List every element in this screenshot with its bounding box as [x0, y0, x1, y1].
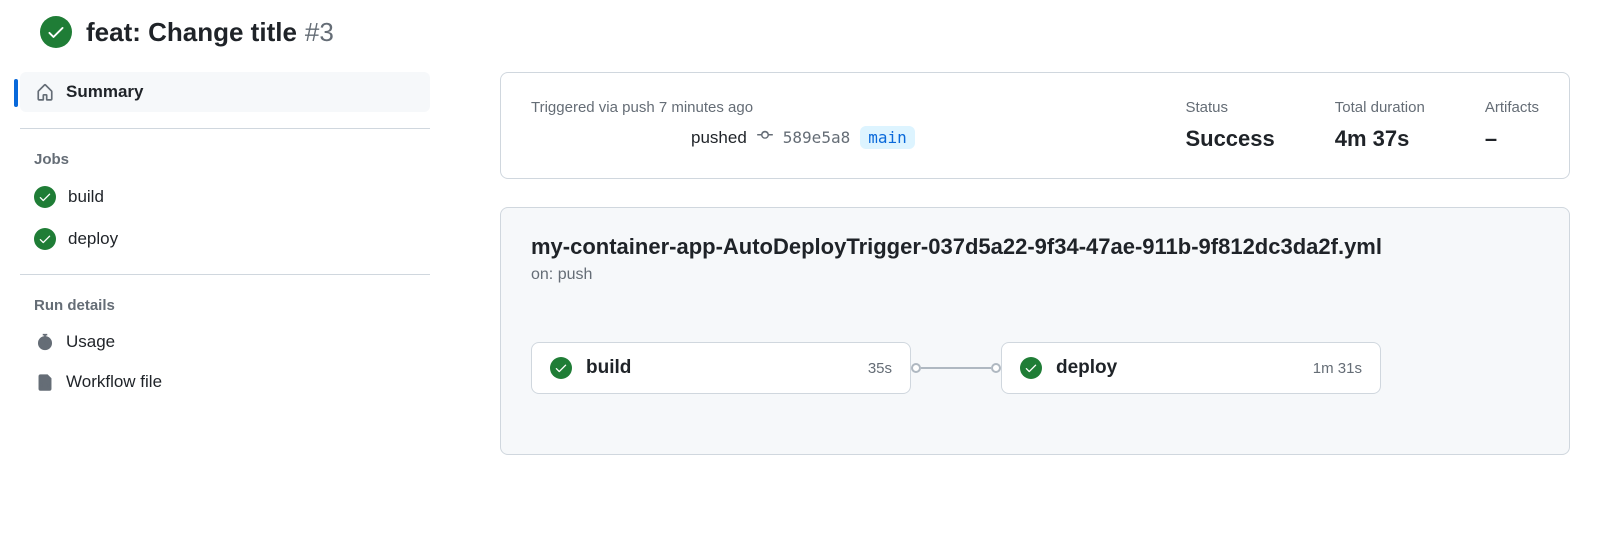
sidebar-job-build[interactable]: build: [20, 176, 430, 218]
success-icon: [34, 186, 56, 208]
sidebar-job-deploy[interactable]: deploy: [20, 218, 430, 260]
workflow-filename[interactable]: my-container-app-AutoDeployTrigger-037d5…: [531, 234, 1539, 260]
home-icon: [34, 83, 56, 101]
sidebar-item-label: Summary: [66, 82, 143, 102]
divider: [20, 274, 430, 275]
sidebar-job-label: deploy: [68, 229, 118, 249]
graph-connector: [911, 363, 1001, 373]
status-label: Status: [1185, 99, 1274, 116]
success-icon: [1020, 357, 1042, 379]
job-name: build: [586, 357, 868, 379]
success-icon: [34, 228, 56, 250]
duration-label: Total duration: [1335, 99, 1425, 116]
run-summary-box: Triggered via push 7 minutes ago pushed …: [500, 72, 1570, 179]
sidebar-item-label: Workflow file: [66, 372, 162, 392]
status-value: Success: [1185, 126, 1274, 152]
jobs-heading: Jobs: [20, 143, 430, 176]
page-title: feat: Change title: [86, 17, 297, 48]
branch-tag[interactable]: main: [860, 126, 915, 149]
sidebar-item-summary[interactable]: Summary: [20, 72, 430, 112]
sidebar-job-label: build: [68, 187, 104, 207]
commit-icon: [757, 127, 773, 148]
commit-sha[interactable]: 589e5a8: [783, 128, 850, 147]
trigger-label: Triggered via push 7 minutes ago: [531, 99, 1125, 116]
job-name: deploy: [1056, 357, 1313, 379]
pushed-label: pushed: [691, 128, 747, 148]
run-details-heading: Run details: [20, 289, 430, 322]
sidebar-item-workflow-file[interactable]: Workflow file: [20, 362, 430, 402]
connector-dot: [911, 363, 921, 373]
job-duration: 1m 31s: [1313, 360, 1362, 377]
duration-value[interactable]: 4m 37s: [1335, 126, 1425, 152]
success-icon: [550, 357, 572, 379]
artifacts-value: –: [1485, 126, 1539, 152]
file-code-icon: [34, 373, 56, 391]
job-duration: 35s: [868, 360, 892, 377]
job-card-build[interactable]: build 35s: [531, 342, 911, 394]
workflow-trigger: on: push: [531, 266, 1539, 284]
job-graph: build 35s deploy 1m 31s: [531, 342, 1539, 394]
sidebar: Summary Jobs build deploy Run details Us…: [20, 72, 470, 455]
workflow-box: my-container-app-AutoDeployTrigger-037d5…: [500, 207, 1570, 455]
connector-dot: [991, 363, 1001, 373]
main-content: Triggered via push 7 minutes ago pushed …: [470, 72, 1600, 455]
job-card-deploy[interactable]: deploy 1m 31s: [1001, 342, 1381, 394]
divider: [20, 128, 430, 129]
page-header: feat: Change title #3: [0, 0, 1620, 72]
connector-line: [921, 367, 991, 369]
active-indicator: [14, 79, 18, 107]
run-number: #3: [305, 17, 334, 48]
sidebar-item-usage[interactable]: Usage: [20, 322, 430, 362]
sidebar-item-label: Usage: [66, 332, 115, 352]
success-icon: [40, 16, 72, 48]
artifacts-label: Artifacts: [1485, 99, 1539, 116]
stopwatch-icon: [34, 333, 56, 351]
